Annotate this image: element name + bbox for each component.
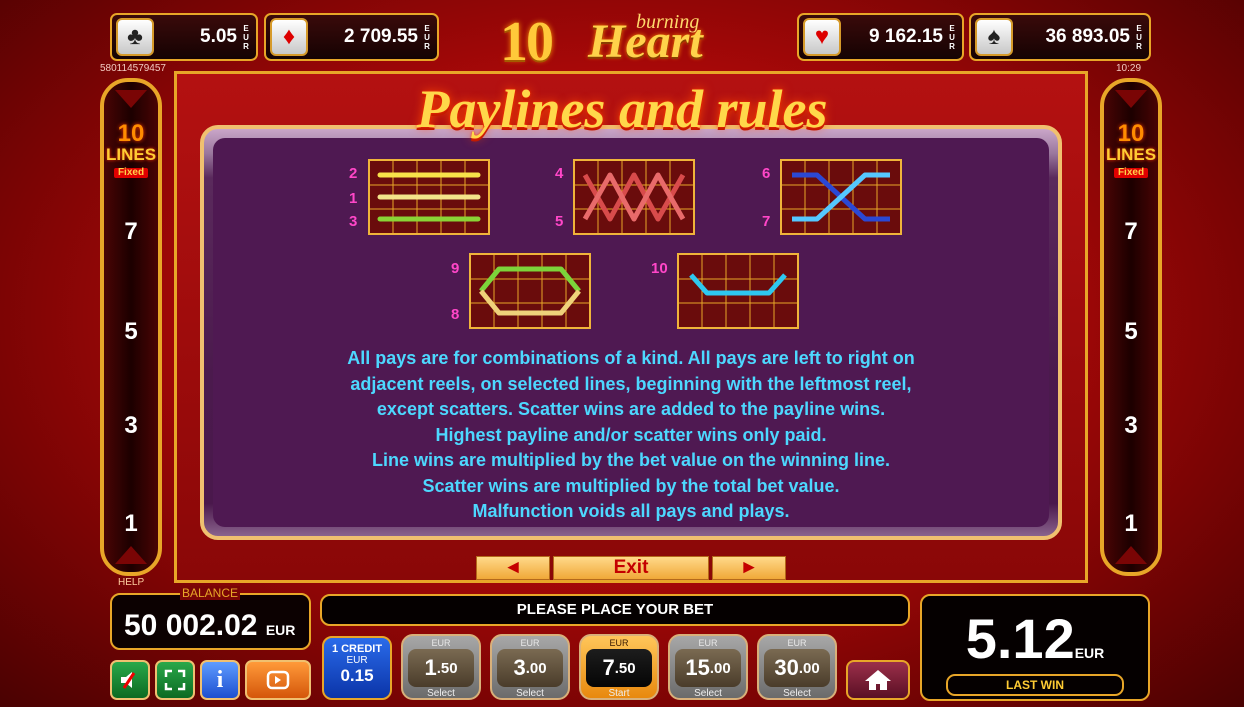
last-win-label: LAST WIN xyxy=(946,674,1124,696)
last-win-box: 5.12EUR LAST WIN xyxy=(920,594,1150,701)
lines-indicator-right: 10 LINES Fixed 7 5 3 1 xyxy=(1100,78,1162,576)
payline-diagram-3 xyxy=(780,159,902,235)
line-number: 1 xyxy=(124,510,138,537)
help-label[interactable]: HELP xyxy=(118,577,144,588)
rules-text: All pays are for combinations of a kind.… xyxy=(347,348,915,521)
jackpot-currency: EUR xyxy=(243,23,249,51)
payline-grid xyxy=(782,161,900,233)
sound-muted-icon xyxy=(121,672,136,689)
payline-diagram-2 xyxy=(573,159,695,235)
diamonds-icon: ♦ xyxy=(270,18,308,56)
jackpot-clubs-value: 5.05 xyxy=(200,26,237,47)
line-number: 7 xyxy=(124,218,138,245)
next-page-button[interactable]: ► xyxy=(712,556,786,580)
jackpot-clubs: ♣ 5.05 EUR xyxy=(110,13,258,61)
session-id: 580114579457 xyxy=(100,63,166,74)
balance-currency: EUR xyxy=(265,622,296,638)
autoplay-icon xyxy=(266,670,290,690)
balance-value: 50 002.02 xyxy=(124,609,258,642)
bet-button-2[interactable]: EUR 3.00 Select xyxy=(490,634,570,700)
sound-toggle-button[interactable] xyxy=(110,660,150,700)
line-number: 3 xyxy=(1124,412,1138,439)
bet-button-4[interactable]: EUR 15.00 Select xyxy=(668,634,748,700)
bet-button-start[interactable]: EUR 7.50 Start xyxy=(579,634,659,700)
spades-icon: ♠ xyxy=(975,18,1013,56)
balance-label: BALANCE xyxy=(180,586,241,600)
info-button[interactable]: i xyxy=(200,660,240,700)
payline-number: 6 xyxy=(762,165,771,182)
payline-diagram-4 xyxy=(469,253,591,329)
bet-button-1[interactable]: EUR 1.50 Select xyxy=(401,634,481,700)
payline-number: 10 xyxy=(651,260,668,277)
payline-number: 2 xyxy=(349,165,358,182)
payline-diagram-1 xyxy=(368,159,490,235)
line-number: 3 xyxy=(124,412,138,439)
payline-number: 8 xyxy=(451,306,460,323)
jackpot-currency: EUR xyxy=(424,23,430,51)
payline-grid xyxy=(370,161,488,233)
home-button[interactable] xyxy=(846,660,910,700)
payline-grid xyxy=(575,161,693,233)
jackpot-spades-value: 36 893.05 xyxy=(1045,26,1130,47)
line-number: 7 xyxy=(1124,218,1138,245)
prev-page-button[interactable]: ◄ xyxy=(476,556,550,580)
jackpot-diamonds: ♦ 2 709.55 EUR xyxy=(264,13,439,61)
jackpot-hearts: ♥ 9 162.15 EUR xyxy=(797,13,964,61)
status-message: PLEASE PLACE YOUR BET xyxy=(320,594,910,626)
jackpot-hearts-value: 9 162.15 xyxy=(869,26,943,47)
info-icon: i xyxy=(216,666,224,693)
page-title: Paylines and rules xyxy=(416,79,828,139)
jackpot-currency: EUR xyxy=(949,23,955,51)
payline-number: 3 xyxy=(349,213,358,230)
payline-number: 4 xyxy=(555,165,564,182)
payline-number: 5 xyxy=(555,213,564,230)
payline-grid xyxy=(679,255,797,327)
clubs-icon: ♣ xyxy=(116,18,154,56)
payline-diagram-5 xyxy=(677,253,799,329)
game-logo: 10 Heart burning xyxy=(500,11,703,73)
bet-button-5[interactable]: EUR 30.00 Select xyxy=(757,634,837,700)
clock: 10:29 xyxy=(1116,63,1142,74)
line-number: 5 xyxy=(124,318,138,345)
payline-grid xyxy=(471,255,589,327)
jackpot-currency: EUR xyxy=(1136,23,1142,51)
lines-indicator-left: 10 LINES Fixed 7 5 3 1 xyxy=(100,78,162,576)
home-icon xyxy=(865,670,891,690)
line-number: 1 xyxy=(1124,510,1138,537)
line-number: 5 xyxy=(1124,318,1138,345)
last-win-currency: EUR xyxy=(1074,645,1105,661)
balance-box: 50 002.02 EUR xyxy=(110,593,311,650)
last-win-value: 5.12 xyxy=(965,607,1075,670)
autoplay-button[interactable] xyxy=(245,660,311,700)
payline-number: 7 xyxy=(762,213,771,230)
fullscreen-icon xyxy=(164,669,186,691)
credit-value-button[interactable]: 1 CREDIT EUR 0.15 xyxy=(322,636,392,700)
fullscreen-button[interactable] xyxy=(155,660,195,700)
payline-number: 1 xyxy=(349,190,358,207)
payline-number: 9 xyxy=(451,260,460,277)
jackpot-spades: ♠ 36 893.05 EUR xyxy=(969,13,1151,61)
jackpot-diamonds-value: 2 709.55 xyxy=(344,26,418,47)
hearts-icon: ♥ xyxy=(803,18,841,56)
exit-button[interactable]: Exit xyxy=(553,556,709,580)
